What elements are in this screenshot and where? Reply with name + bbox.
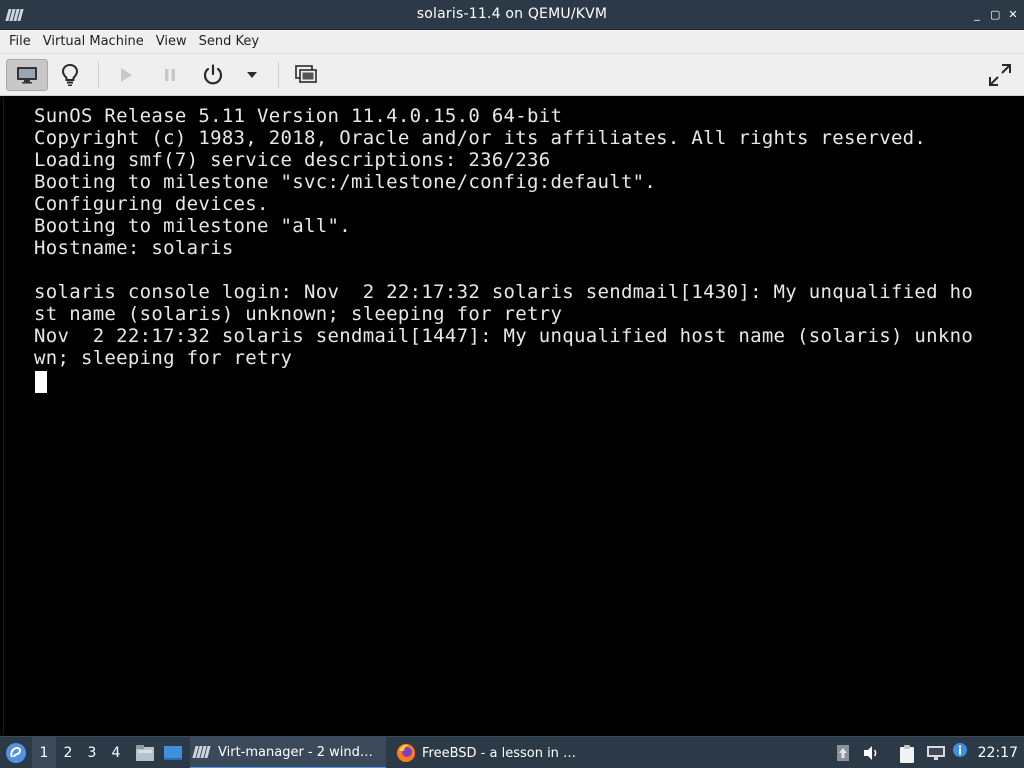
shutdown-button[interactable] xyxy=(194,59,232,91)
play-icon xyxy=(121,68,132,82)
workspace-4[interactable]: 4 xyxy=(104,737,128,768)
task-label: FreeBSD - a lesson in … xyxy=(422,745,577,761)
info-icon xyxy=(953,743,967,757)
show-desktop-icon xyxy=(164,746,182,760)
console-line: Booting to milestone "all". xyxy=(34,215,351,237)
fullscreen-button[interactable] xyxy=(982,59,1018,91)
chevron-down-icon xyxy=(247,72,257,78)
manage-snapshots-button[interactable] xyxy=(288,59,324,91)
volume-icon xyxy=(864,746,877,760)
task-label: Virt-manager - 2 wind… xyxy=(218,744,373,760)
console-line: Loading smf(7) service descriptions: 236… xyxy=(34,149,551,171)
console-output: SunOS Release 5.11 Version 11.4.0.15.0 6… xyxy=(34,105,1004,369)
task-firefox[interactable]: FreeBSD - a lesson in … xyxy=(392,737,588,768)
console-line: Configuring devices. xyxy=(34,193,269,215)
launcher-desktop[interactable] xyxy=(160,737,186,768)
workspace-1[interactable]: 1 xyxy=(32,737,56,768)
menu-virtual-machine[interactable]: Virtual Machine xyxy=(37,30,150,54)
firefox-icon xyxy=(397,744,415,762)
file-manager-icon xyxy=(136,745,154,761)
text-cursor xyxy=(35,371,47,393)
window-title: solaris-11.4 on QEMU/KVM xyxy=(416,6,608,22)
shutdown-menu-button[interactable] xyxy=(238,59,266,91)
clock[interactable]: 22:17 xyxy=(978,737,1018,768)
toolbar-separator xyxy=(98,62,99,88)
tray-volume[interactable] xyxy=(862,744,880,766)
pause-button[interactable] xyxy=(152,59,188,91)
updates-icon xyxy=(837,745,849,761)
minimize-button[interactable]: _ xyxy=(972,6,982,24)
console-line: SunOS Release 5.11 Version 11.4.0.15.0 6… xyxy=(34,105,563,127)
virt-manager-icon xyxy=(192,746,212,758)
power-icon xyxy=(203,64,223,85)
close-button[interactable]: ✕ xyxy=(1008,6,1018,24)
toolbar-separator xyxy=(278,62,279,88)
console-line: solaris console login: Nov 2 22:17:32 so… xyxy=(34,281,974,303)
console-line: wn; sleeping for retry xyxy=(34,347,293,369)
lightbulb-icon xyxy=(61,63,79,86)
toolbar xyxy=(0,54,1024,96)
window-titlebar[interactable]: solaris-11.4 on QEMU/KVM _ ▢ ✕ xyxy=(0,0,1024,30)
maximize-button[interactable]: ▢ xyxy=(990,6,1000,24)
monitor-icon xyxy=(17,67,37,84)
run-button[interactable] xyxy=(108,59,144,91)
vm-console[interactable]: SunOS Release 5.11 Version 11.4.0.15.0 6… xyxy=(3,97,1021,735)
workspace-2[interactable]: 2 xyxy=(56,737,80,768)
task-virt-manager[interactable]: Virt-manager - 2 wind… xyxy=(190,737,386,768)
clipboard-icon xyxy=(900,745,914,763)
show-details-button[interactable] xyxy=(52,59,88,91)
launcher-files[interactable] xyxy=(132,737,158,768)
menu-send-key[interactable]: Send Key xyxy=(193,30,265,54)
show-console-button[interactable] xyxy=(6,59,48,91)
tray-clipboard[interactable] xyxy=(898,744,916,768)
tray-notifications[interactable] xyxy=(952,742,968,762)
console-line: Copyright (c) 1983, 2018, Oracle and/or … xyxy=(34,127,927,149)
workspace-3[interactable]: 3 xyxy=(80,737,104,768)
console-line: st name (solaris) unknown; sleeping for … xyxy=(34,303,563,325)
menu-view[interactable]: View xyxy=(150,30,193,54)
snapshots-icon xyxy=(295,65,317,83)
fullscreen-icon xyxy=(989,64,1011,86)
menu-bar: File Virtual Machine View Send Key xyxy=(0,30,1024,54)
console-line: Booting to milestone "svc:/milestone/con… xyxy=(34,171,657,193)
pause-icon xyxy=(165,69,175,81)
network-icon xyxy=(927,746,945,760)
tray-updates[interactable] xyxy=(836,744,850,766)
tray-network[interactable] xyxy=(926,744,946,766)
distro-logo-icon xyxy=(6,743,26,763)
console-line: Hostname: solaris xyxy=(34,237,234,259)
console-line: Nov 2 22:17:32 solaris sendmail[1447]: M… xyxy=(34,325,974,347)
taskbar: 1 2 3 4 Virt-manager - 2 wind… FreeBSD -… xyxy=(0,736,1024,768)
menu-file[interactable]: File xyxy=(3,30,37,54)
start-menu-button[interactable] xyxy=(3,737,29,768)
